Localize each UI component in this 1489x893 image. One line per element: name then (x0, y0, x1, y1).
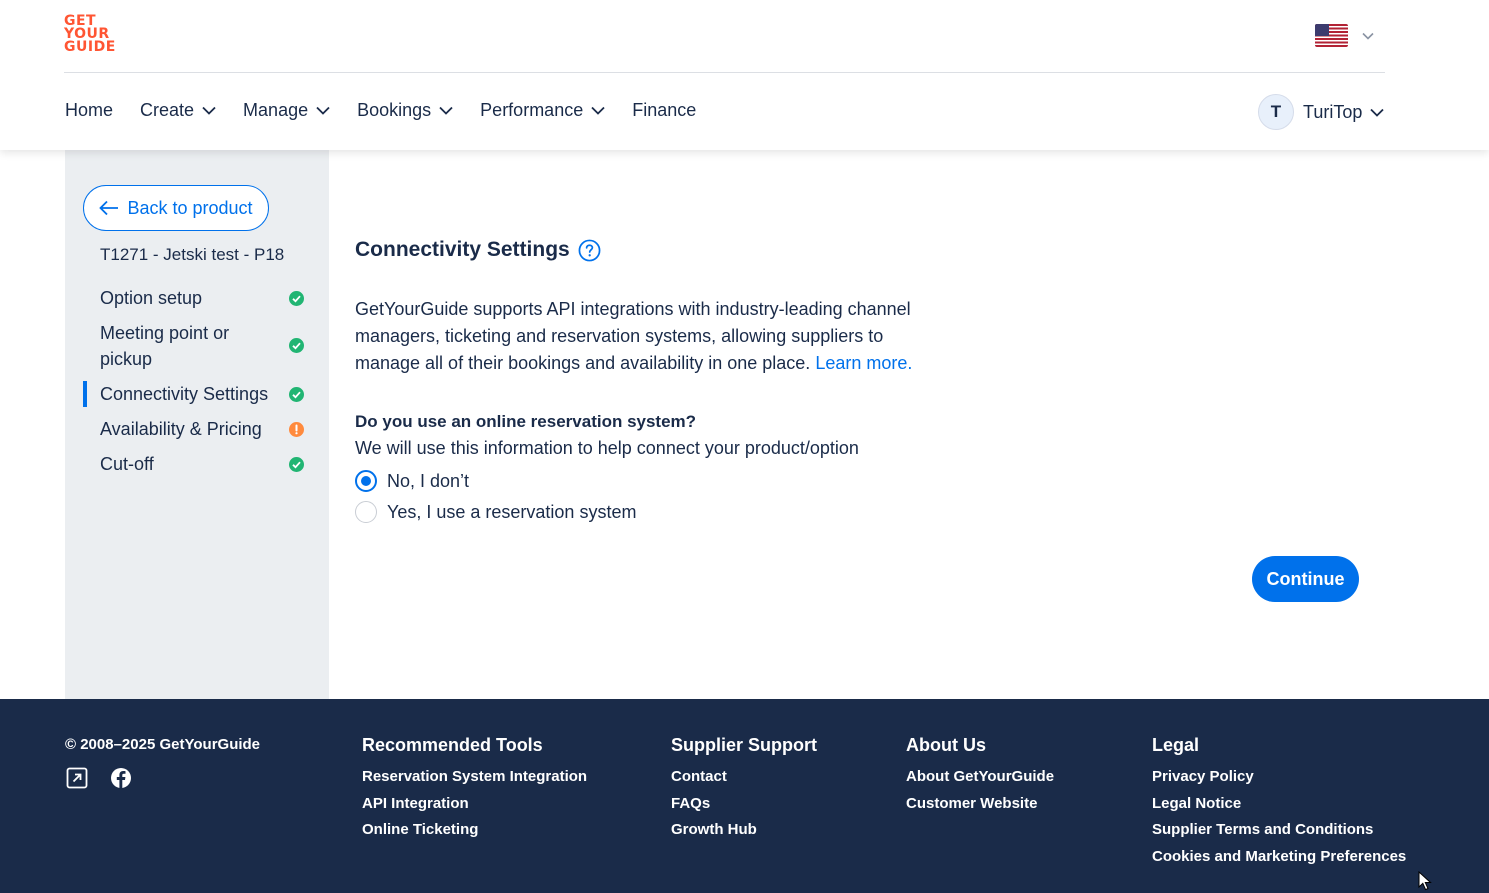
step-option-setup[interactable]: Option setup (65, 285, 329, 311)
nav-home-label: Home (65, 99, 114, 120)
chevron-down-icon (1370, 108, 1384, 117)
getyourguide-logo[interactable]: GET YOUR GUIDE (64, 14, 118, 57)
radio-yes-label: Yes, I use a reservation system (387, 501, 637, 522)
footer-link[interactable]: Cookies and Marketing Preferences (1152, 844, 1406, 871)
nav-performance[interactable]: Performance (480, 100, 605, 121)
warning-circle-icon (289, 422, 304, 437)
nav-manage-label: Manage (243, 99, 309, 120)
arrow-left-icon (99, 200, 119, 216)
step-label: Connectivity Settings (100, 384, 269, 404)
footer-link[interactable]: Legal Notice (1152, 791, 1406, 818)
reservation-hint: We will use this information to help con… (355, 438, 859, 458)
step-meeting-point[interactable]: Meeting point or pickup (65, 320, 304, 372)
check-circle-icon (289, 291, 304, 306)
chevron-down-icon (202, 106, 216, 115)
footer-col-title: About Us (906, 735, 986, 755)
external-link-icon[interactable] (66, 767, 88, 789)
nav-performance-label: Performance (480, 99, 584, 120)
footer-link[interactable]: Growth Hub (671, 817, 817, 844)
footer-link[interactable]: Customer Website (906, 791, 1054, 818)
footer-link[interactable]: API Integration (362, 791, 587, 818)
chevron-down-icon (591, 106, 605, 115)
radio-no-label: No, I don’t (387, 470, 470, 491)
mouse-cursor-icon (1418, 871, 1432, 891)
step-cut-off[interactable]: Cut-off (65, 451, 329, 477)
logo-line-3: GUIDE (64, 39, 116, 55)
footer-link[interactable]: FAQs (671, 791, 817, 818)
nav-create[interactable]: Create (140, 100, 216, 121)
user-menu[interactable]: T TuriTop (1258, 94, 1384, 130)
help-circle-icon[interactable] (578, 239, 601, 262)
top-header: GET YOUR GUIDE Home Create Manage Bookin… (0, 0, 1489, 150)
footer-link[interactable]: Supplier Terms and Conditions (1152, 817, 1406, 844)
step-availability-pricing[interactable]: Availability & Pricing (65, 416, 329, 442)
product-title: T1271 - Jetski test - P18 (100, 245, 285, 264)
description: GetYourGuide supports API integrations w… (355, 296, 915, 377)
footer-col-title: Legal (1152, 735, 1200, 755)
footer-link[interactable]: About GetYourGuide (906, 764, 1054, 791)
header-divider (64, 72, 1385, 73)
page-title: Connectivity Settings (355, 238, 601, 262)
us-flag-icon (1315, 24, 1348, 47)
step-connectivity-settings[interactable]: Connectivity Settings (65, 381, 329, 407)
footer-link[interactable]: Privacy Policy (1152, 764, 1406, 791)
avatar: T (1258, 94, 1294, 130)
language-selector[interactable] (1315, 24, 1374, 47)
footer: © 2008–2025 GetYourGuide Recommended Too… (0, 699, 1489, 893)
footer-icons (66, 767, 132, 789)
continue-button[interactable]: Continue (1252, 556, 1359, 602)
reservation-question: Do you use an online reservation system? (355, 412, 697, 431)
footer-col-supplier-support: Supplier Support Contact FAQs Growth Hub (671, 735, 817, 844)
chevron-down-icon (1362, 32, 1374, 40)
footer-col-legal: Legal Privacy Policy Legal Notice Suppli… (1152, 735, 1406, 870)
nav-bookings-label: Bookings (357, 99, 432, 120)
footer-col-recommended-tools: Recommended Tools Reservation System Int… (362, 735, 587, 844)
sidebar: Back to product T1271 - Jetski test - P1… (65, 150, 329, 699)
step-list: Option setup Meeting point or pickup Con… (65, 285, 329, 477)
radio-no[interactable] (355, 470, 377, 492)
step-label: Availability & Pricing (100, 419, 262, 439)
footer-col-title: Supplier Support (671, 735, 817, 755)
chevron-down-icon (439, 106, 453, 115)
radio-option-yes[interactable]: Yes, I use a reservation system (355, 501, 636, 523)
footer-col-title: Recommended Tools (362, 735, 543, 755)
radio-option-no[interactable]: No, I don’t (355, 470, 469, 492)
main-nav: Home Create Manage Bookings Performance … (65, 96, 723, 124)
learn-more-link[interactable]: Learn more. (815, 353, 912, 373)
footer-col-about-us: About Us About GetYourGuide Customer Web… (906, 735, 1054, 817)
nav-bookings[interactable]: Bookings (357, 100, 453, 121)
check-circle-icon (289, 387, 304, 402)
nav-home[interactable]: Home (65, 100, 113, 121)
nav-manage[interactable]: Manage (243, 100, 330, 121)
nav-create-label: Create (140, 99, 195, 120)
footer-link[interactable]: Online Ticketing (362, 817, 587, 844)
nav-finance-label: Finance (632, 99, 697, 120)
step-label: Cut-off (100, 454, 154, 474)
check-circle-icon (289, 338, 304, 353)
radio-yes[interactable] (355, 501, 377, 523)
step-label: Meeting point or pickup (100, 323, 230, 369)
chevron-down-icon (316, 106, 330, 115)
back-to-product-button[interactable]: Back to product (83, 185, 269, 231)
facebook-icon[interactable] (110, 767, 132, 789)
back-to-product-label: Back to product (127, 197, 253, 218)
page-title-text: Connectivity Settings (355, 238, 570, 261)
footer-link[interactable]: Reservation System Integration (362, 764, 587, 791)
step-label: Option setup (100, 288, 203, 308)
user-name: TuriTop (1303, 101, 1363, 122)
check-circle-icon (289, 457, 304, 472)
copyright: © 2008–2025 GetYourGuide (65, 736, 261, 753)
nav-finance[interactable]: Finance (632, 100, 696, 121)
footer-link[interactable]: Contact (671, 764, 817, 791)
